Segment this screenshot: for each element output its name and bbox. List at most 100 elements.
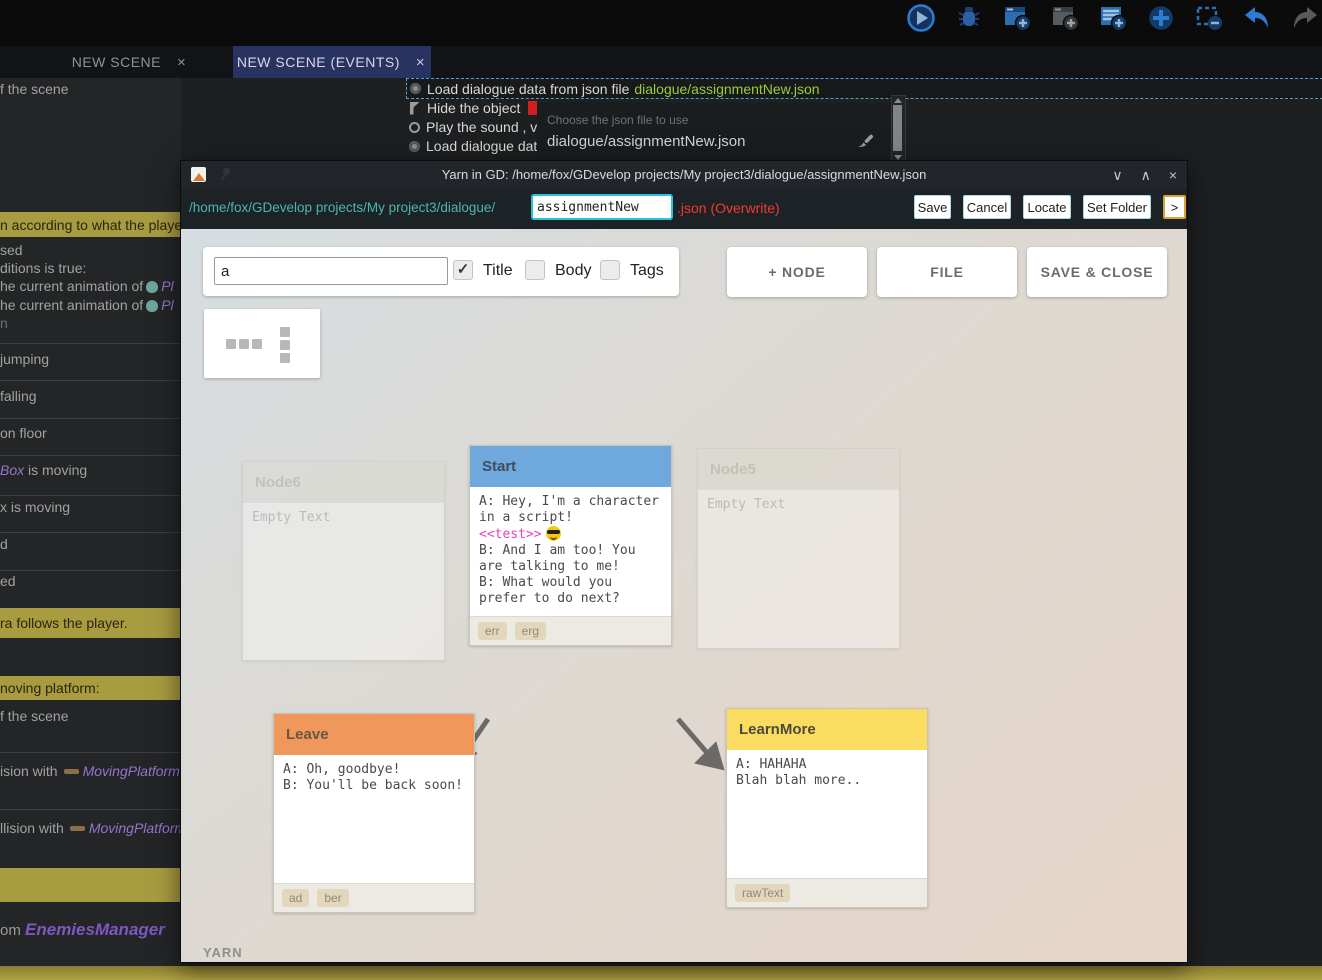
- event-comment[interactable]: ra follows the player.: [0, 608, 181, 638]
- event-row-play-sound[interactable]: Play the sound , v: [406, 119, 537, 135]
- filename-input[interactable]: [531, 194, 673, 220]
- window-minimize-icon[interactable]: ∨: [1110, 167, 1124, 184]
- event-condition[interactable]: he current animation ofPl: [0, 278, 181, 294]
- platform-object-icon: [70, 826, 85, 831]
- node-title: LearnMore: [739, 721, 816, 738]
- scrollbar-thumb[interactable]: [893, 105, 902, 151]
- event-row-selected[interactable]: Load dialogue data from json file dialog…: [406, 78, 1322, 99]
- search-input[interactable]: [214, 257, 448, 285]
- window-titlebar[interactable]: Yarn in GD: /home/fox/GDevelop projects/…: [181, 161, 1187, 189]
- cancel-button[interactable]: Cancel: [963, 195, 1011, 219]
- node-node5[interactable]: Node5 Empty Text: [697, 448, 900, 649]
- add-external-layout-icon[interactable]: [1050, 3, 1080, 33]
- event-condition[interactable]: x is moving: [0, 499, 181, 515]
- event-row[interactable]: d: [0, 536, 181, 552]
- add-external-events-icon[interactable]: [1098, 3, 1128, 33]
- event-row[interactable]: jumping: [0, 351, 181, 367]
- zoom-level-3-button[interactable]: [252, 339, 262, 349]
- zoom-level-1-button[interactable]: [226, 339, 236, 349]
- save-and-close-button[interactable]: SAVE & CLOSE: [1027, 247, 1167, 297]
- ide-toolbar: [0, 0, 1322, 46]
- debug-icon[interactable]: [954, 3, 984, 33]
- yarn-node-canvas[interactable]: ✓ Title Body Tags + NODE FILE SAVE & CLO…: [181, 229, 1187, 962]
- window-title: Yarn in GD: /home/fox/GDevelop projects/…: [181, 161, 1187, 189]
- brush-icon[interactable]: [856, 129, 876, 154]
- tab-new-scene[interactable]: NEW SCENE ×: [30, 46, 230, 78]
- add-object-icon[interactable]: [1146, 3, 1176, 33]
- node-learnmore[interactable]: LearnMore A: HAHAHA Blah blah more.. raw…: [726, 708, 928, 908]
- deselect-icon[interactable]: [1194, 3, 1224, 33]
- zoom-level-2-button[interactable]: [239, 339, 249, 349]
- title-checkbox-label[interactable]: Title: [483, 262, 513, 280]
- event-row[interactable]: ed: [0, 573, 181, 589]
- event-row[interactable]: f the scene: [0, 708, 181, 724]
- scroll-up-icon[interactable]: [894, 98, 902, 103]
- save-path-bar: /home/fox/GDevelop projects/My project3/…: [181, 189, 1187, 229]
- node-tag[interactable]: err: [478, 622, 507, 640]
- title-checkbox[interactable]: ✓: [453, 260, 473, 280]
- node-tag[interactable]: ber: [317, 889, 348, 907]
- set-folder-button[interactable]: Set Folder: [1083, 195, 1151, 219]
- pan-center-button[interactable]: [280, 340, 290, 350]
- event-row[interactable]: on floor: [0, 425, 181, 441]
- event-condition[interactable]: he current animation ofPl: [0, 297, 181, 313]
- add-node-button[interactable]: + NODE: [727, 247, 867, 297]
- tab-new-scene-events[interactable]: NEW SCENE (EVENTS) ×: [233, 46, 431, 78]
- json-file-link[interactable]: dialogue/assignmentNew.json: [634, 81, 819, 97]
- player-object-icon: [146, 300, 158, 312]
- save-button[interactable]: Save: [914, 195, 951, 219]
- node-tag[interactable]: rawText: [735, 884, 790, 902]
- pan-up-button[interactable]: [280, 327, 290, 337]
- zoom-control-widget: [204, 309, 320, 378]
- json-path-field[interactable]: dialogue/assignmentNew.json: [547, 133, 745, 150]
- gear-icon: [409, 141, 420, 152]
- checkmark-icon: ✓: [457, 261, 470, 278]
- toolbar-icons: [906, 3, 1320, 33]
- event-row[interactable]: sed: [0, 242, 181, 258]
- redo-icon[interactable]: [1290, 3, 1320, 33]
- bottom-comment-bar: [0, 966, 1322, 980]
- event-condition[interactable]: llision withMovingPlatform: [0, 820, 181, 836]
- node-tag[interactable]: erg: [515, 622, 546, 640]
- file-menu-button[interactable]: FILE: [877, 247, 1017, 297]
- pan-down-button[interactable]: [280, 353, 290, 363]
- event-row: n: [0, 315, 181, 331]
- tags-checkbox[interactable]: [600, 260, 620, 280]
- json-file-chooser: Choose the json file to use dialogue/ass…: [537, 103, 890, 163]
- event-row[interactable]: om EnemiesManager: [0, 920, 181, 940]
- event-comment[interactable]: n according to what the playe: [0, 212, 181, 237]
- event-row-hide-object[interactable]: Hide the object: [406, 100, 537, 116]
- body-checkbox[interactable]: [525, 260, 545, 280]
- body-checkbox-label[interactable]: Body: [555, 262, 591, 280]
- event-row[interactable]: falling: [0, 388, 181, 404]
- gear-icon: [410, 83, 421, 94]
- event-comment[interactable]: noving platform:: [0, 676, 181, 700]
- tab-close-icon[interactable]: ×: [175, 54, 188, 71]
- tags-checkbox-label[interactable]: Tags: [630, 262, 664, 280]
- tab-label: NEW SCENE (EVENTS): [237, 54, 400, 70]
- event-condition[interactable]: ision withMovingPlatform: [0, 763, 181, 779]
- more-button[interactable]: >: [1163, 195, 1186, 219]
- window-maximize-icon[interactable]: ∧: [1139, 167, 1153, 184]
- node-node6[interactable]: Node6 Empty Text: [242, 461, 445, 661]
- tab-close-icon[interactable]: ×: [414, 54, 427, 71]
- overwrite-warning: .json (Overwrite): [677, 200, 780, 216]
- node-start[interactable]: Start A: Hey, I'm a character in a scrip…: [469, 445, 672, 646]
- events-scrollbar[interactable]: [891, 95, 906, 163]
- events-left-column: f the scene n according to what the play…: [0, 78, 181, 980]
- node-leave[interactable]: Leave A: Oh, goodbye! B: You'll be back …: [273, 713, 475, 913]
- node-tag[interactable]: ad: [282, 889, 309, 907]
- event-comment[interactable]: [0, 868, 181, 902]
- event-condition[interactable]: Box is moving: [0, 462, 181, 478]
- locate-button[interactable]: Locate: [1023, 195, 1071, 219]
- undo-icon[interactable]: [1242, 3, 1272, 33]
- event-row[interactable]: f the scene: [0, 81, 181, 97]
- add-scene-icon[interactable]: [1002, 3, 1032, 33]
- gdevelop-ide: NEW SCENE × NEW SCENE (EVENTS) × f the s…: [0, 0, 1322, 980]
- directory-path: /home/fox/GDevelop projects/My project3/…: [189, 200, 495, 215]
- event-row-load-dialogue[interactable]: Load dialogue dat: [406, 138, 537, 154]
- window-close-icon[interactable]: ×: [1167, 167, 1179, 183]
- play-icon[interactable]: [906, 3, 936, 33]
- tab-bar: NEW SCENE × NEW SCENE (EVENTS) ×: [0, 46, 1322, 78]
- field-label: Choose the json file to use: [547, 113, 688, 127]
